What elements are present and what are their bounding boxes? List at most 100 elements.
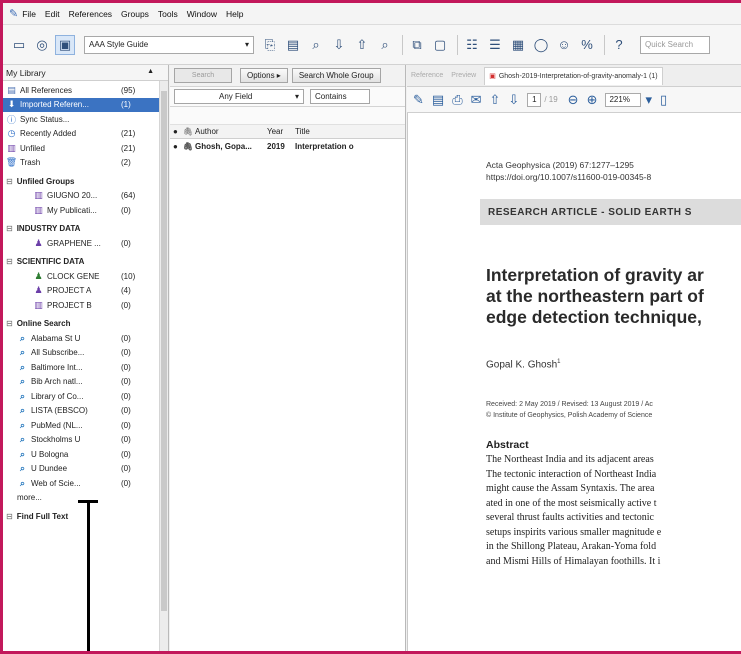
email-icon[interactable]: ✉ [471, 92, 482, 108]
search-tab-button[interactable]: Search [174, 68, 232, 83]
groups-icon[interactable]: % [577, 35, 597, 55]
page-number-input[interactable]: 1 [527, 92, 542, 107]
group-item[interactable]: ▥ PROJECT B (0) [3, 298, 168, 313]
save-pdf-icon[interactable]: ▤ [432, 92, 444, 108]
quick-search-input[interactable]: Quick Search [640, 35, 710, 54]
group-item[interactable]: ▥ My Publicati... (0) [3, 203, 168, 218]
chevron-down-icon[interactable]: ▾ [645, 92, 652, 108]
collapse-minus-icon[interactable]: ⊟ [6, 177, 13, 186]
local-library-mode-icon[interactable]: ▭ [9, 35, 29, 55]
item-count: (21) [121, 143, 136, 153]
group-set-title: Find Full Text [16, 511, 69, 521]
online-search-item[interactable]: ⌕ Alabama St U (0) [3, 331, 168, 346]
smart-group-icon: ♟ [34, 237, 43, 248]
attachment-column-icon[interactable]: 🖇 [180, 127, 193, 136]
output-style-select[interactable]: AAA Style Guide ▾ [84, 35, 254, 54]
column-author[interactable]: Author [192, 127, 264, 136]
library-item-imported-references[interactable]: ⬇ Imported Referen... (1) [3, 97, 168, 112]
library-item-unfiled[interactable]: ▥ Unfiled (21) [3, 141, 168, 156]
tab-reference[interactable]: Reference [411, 72, 443, 79]
group-set-scientific-data[interactable]: ⊟ SCIENTIFIC DATA [3, 255, 168, 270]
menu-groups[interactable]: Groups [121, 9, 149, 19]
search-operator-select[interactable]: Contains [310, 89, 370, 104]
zoom-in-icon[interactable]: ⊕ [587, 92, 598, 108]
library-header[interactable]: My Library ▲ [3, 65, 168, 81]
group-item[interactable]: ♟ GRAPHENE ... (0) [3, 236, 168, 251]
open-link-icon[interactable]: ⧉ [407, 35, 427, 55]
online-search-item[interactable]: ⌕ Web of Scie... (0) [3, 476, 168, 491]
online-search-item[interactable]: ⌕ U Dundee (0) [3, 462, 168, 477]
search-options-button[interactable]: Options ▸ [240, 68, 288, 83]
search-whole-group-button[interactable]: Search Whole Group [291, 68, 381, 83]
group-set-find-full-text[interactable]: ⊟ Find Full Text [3, 509, 168, 524]
menu-help[interactable]: Help [226, 9, 243, 19]
menu-references[interactable]: References [69, 9, 112, 19]
journal-citation: Acta Geophysica (2019) 67:1277–1295 http… [486, 159, 651, 183]
online-search-item[interactable]: ⌕ Stockholms U (0) [3, 433, 168, 448]
group-set-industry-data[interactable]: ⊟ INDUSTRY DATA [3, 222, 168, 237]
collapse-minus-icon[interactable]: ⊟ [6, 512, 13, 521]
next-page-icon[interactable]: ⇩ [508, 92, 519, 108]
help-icon[interactable]: ? [609, 35, 629, 55]
abstract-line: setups inspirits various smaller magnitu… [486, 526, 662, 538]
tab-preview[interactable]: Preview [451, 72, 476, 79]
online-search-mode-icon[interactable]: ◎ [32, 35, 52, 55]
integrated-library-mode-icon[interactable]: ▣ [55, 34, 75, 55]
find-full-text-icon[interactable]: ⌕ [375, 35, 395, 55]
insert-citation-word-icon[interactable]: ☷ [462, 35, 482, 55]
endnote-app-icon: ✎ [9, 8, 19, 20]
menu-window[interactable]: Window [187, 9, 217, 19]
fit-page-icon[interactable]: ▯ [660, 92, 667, 108]
column-year[interactable]: Year [264, 127, 292, 136]
online-search-icon[interactable]: ⌕ [306, 35, 326, 55]
share-icon[interactable]: ☺ [554, 35, 574, 55]
item-label: Stockholms U [31, 435, 81, 445]
print-icon[interactable]: ⎙ [452, 92, 462, 108]
zoom-out-icon[interactable]: ⊖ [568, 92, 579, 108]
group-set-online-search[interactable]: ⊟ Online Search [3, 317, 168, 332]
sync-icon[interactable]: ◯ [531, 35, 551, 55]
zoom-select[interactable]: 221% [605, 92, 642, 107]
format-bibliography-icon[interactable]: ▤ [283, 35, 303, 55]
insert-citation-icon[interactable]: ⎘ [260, 35, 280, 55]
group-item[interactable]: ▥ GIUGNO 20... (64) [3, 189, 168, 204]
library-item-recently-added[interactable]: ◷ Recently Added (21) [3, 127, 168, 142]
collapse-minus-icon[interactable]: ⊟ [6, 224, 13, 233]
library-item-sync-status[interactable]: ⓘ Sync Status... [3, 112, 168, 127]
collapse-minus-icon[interactable]: ⊟ [6, 319, 13, 328]
open-file-icon[interactable]: ▢ [430, 35, 450, 55]
read-status-column-icon[interactable]: ● [170, 127, 180, 136]
library-item-trash[interactable]: 🗑 Trash (2) [3, 156, 168, 171]
group-set-unfiled-groups[interactable]: ⊟ Unfiled Groups [3, 174, 168, 189]
download-icon[interactable]: ⇩ [329, 35, 349, 55]
reference-row[interactable]: ● 🖇 Ghosh, Gopa... 2019 Interpretation o [170, 139, 405, 153]
online-search-icon: ⌕ [19, 361, 26, 372]
group-icon: ▥ [34, 204, 43, 215]
format-word-icon[interactable]: ▦ [508, 35, 528, 55]
menu-file[interactable]: File [22, 9, 36, 19]
collapse-caret-icon[interactable]: ▲ [147, 68, 154, 75]
online-search-item[interactable]: ⌕ LISTA (EBSCO) (0) [3, 404, 168, 419]
library-scrollbar[interactable] [159, 81, 168, 651]
annotate-icon[interactable]: ✎ [413, 92, 424, 108]
online-search-item[interactable]: ⌕ Baltimore Int... (0) [3, 360, 168, 375]
scrollbar-thumb[interactable] [161, 91, 167, 611]
menu-tools[interactable]: Tools [158, 9, 178, 19]
online-search-item[interactable]: ⌕ All Subscribe... (0) [3, 346, 168, 361]
library-item-all-references[interactable]: ▤ All References (95) [3, 83, 168, 98]
collapse-minus-icon[interactable]: ⊟ [6, 257, 13, 266]
search-field-select[interactable]: Any Field ▾ [174, 89, 304, 104]
group-item[interactable]: ♟ PROJECT A (4) [3, 284, 168, 299]
reference-author: Ghosh, Gopa... [195, 141, 252, 151]
online-search-item[interactable]: ⌕ U Bologna (0) [3, 447, 168, 462]
previous-page-icon[interactable]: ⇧ [490, 92, 501, 108]
tab-pdf[interactable]: ▣ Ghosh-2019-Interpretation-of-gravity-a… [484, 66, 663, 85]
online-search-item[interactable]: ⌕ Bib Arch natl... (0) [3, 375, 168, 390]
edit-citation-icon[interactable]: ☰ [485, 35, 505, 55]
group-item[interactable]: ♟ CLOCK GENE (10) [3, 269, 168, 284]
online-search-item[interactable]: ⌕ PubMed (NL... (0) [3, 418, 168, 433]
column-title[interactable]: Title [292, 127, 402, 136]
online-search-item[interactable]: ⌕ Library of Co... (0) [3, 389, 168, 404]
upload-icon[interactable]: ⇧ [352, 35, 372, 55]
menu-edit[interactable]: Edit [45, 9, 60, 19]
